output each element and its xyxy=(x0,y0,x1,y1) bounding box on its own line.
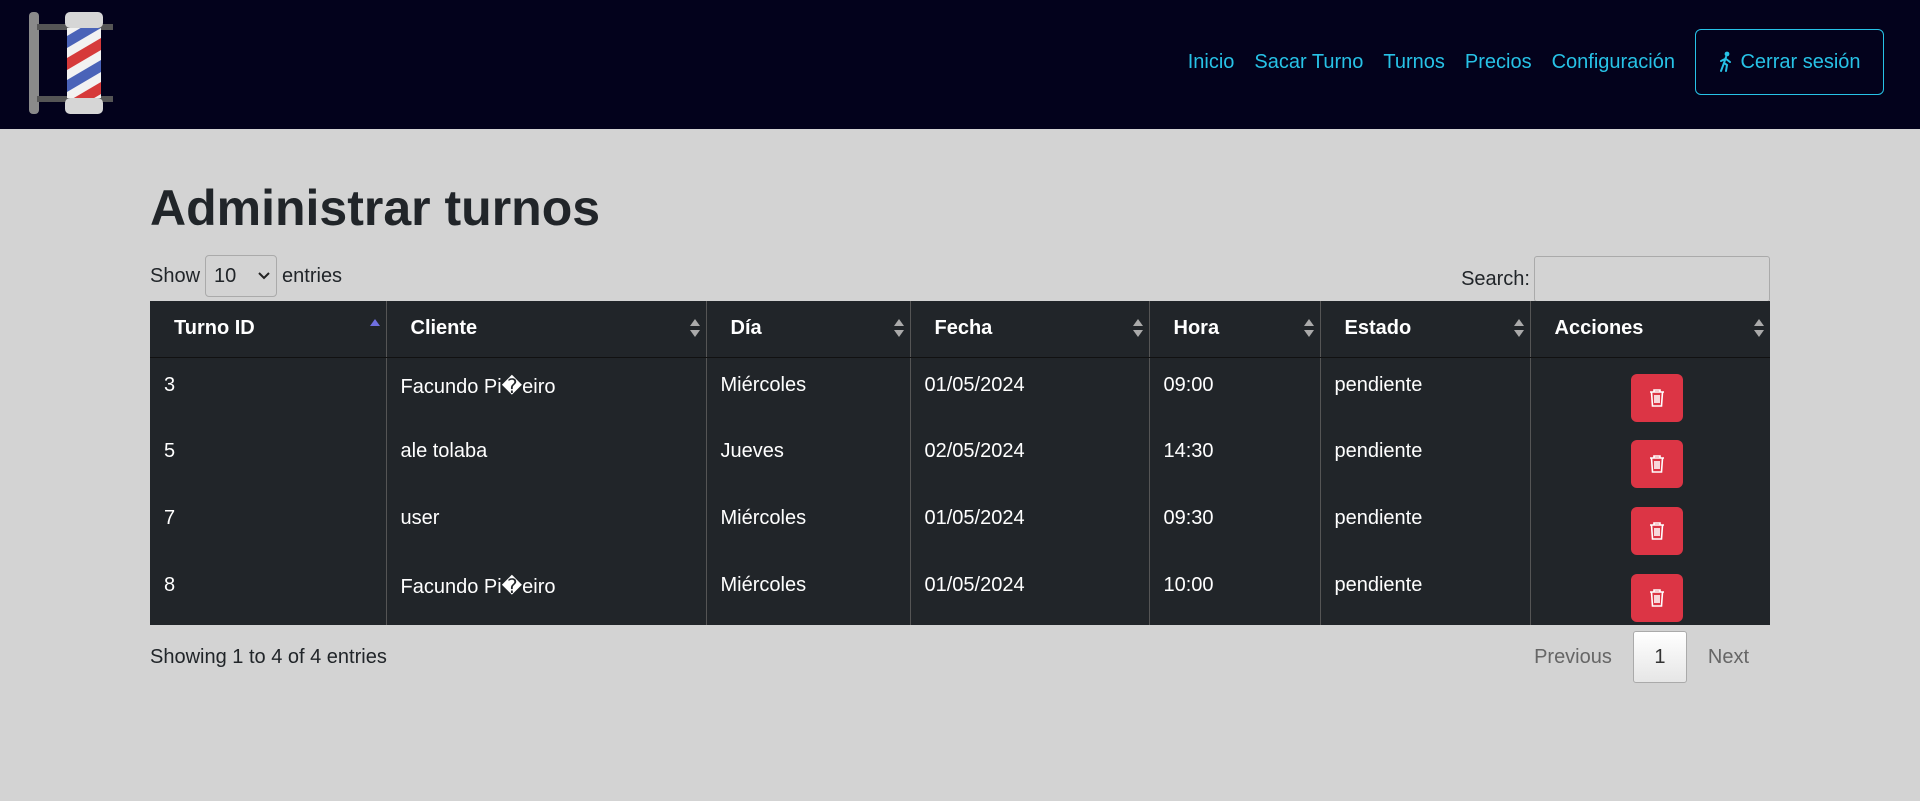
cell-estado: pendiente xyxy=(1319,558,1530,625)
cell-fecha: 01/05/2024 xyxy=(909,558,1149,625)
search-input[interactable] xyxy=(1534,256,1770,302)
trash-icon xyxy=(1650,388,1665,407)
cell-fecha: 01/05/2024 xyxy=(909,491,1149,558)
table-row: 3 Facundo Pi�eiro Miércoles 01/05/2024 0… xyxy=(150,357,1770,424)
trash-icon xyxy=(1650,522,1665,540)
nav-link-inicio[interactable]: Inicio xyxy=(1188,51,1235,74)
cell-cliente: user xyxy=(385,491,706,558)
trash-icon xyxy=(1650,589,1665,607)
cell-dia: Miércoles xyxy=(705,558,910,625)
cell-estado: pendiente xyxy=(1319,424,1530,491)
page-length-value: 10 xyxy=(214,264,237,287)
table-header-row: Turno ID Cliente Día Fecha Hora Estado A… xyxy=(150,301,1770,358)
logout-button[interactable]: Cerrar sesión xyxy=(1695,29,1884,95)
cell-dia: Miércoles xyxy=(705,357,910,424)
page-length-control: Show 10 entries xyxy=(150,255,343,297)
sort-icon xyxy=(1303,319,1314,339)
nav-link-turnos[interactable]: Turnos xyxy=(1383,51,1445,74)
turnos-table: Turno ID Cliente Día Fecha Hora Estado A… xyxy=(150,301,1770,625)
cell-acciones xyxy=(1529,491,1770,558)
delete-button[interactable] xyxy=(1631,440,1684,488)
cell-hora: 09:30 xyxy=(1148,491,1320,558)
table-row: 5 ale tolaba Jueves 02/05/2024 14:30 pen… xyxy=(150,424,1770,491)
delete-button[interactable] xyxy=(1631,373,1684,422)
cell-hora: 09:00 xyxy=(1148,357,1320,424)
table-row: 8 Facundo Pi�eiro Miércoles 01/05/2024 1… xyxy=(150,558,1770,625)
barber-pole-logo[interactable] xyxy=(27,8,117,118)
next-button[interactable]: Next xyxy=(1687,646,1770,669)
cell-cliente: Facundo Pi�eiro xyxy=(385,357,706,424)
cell-fecha: 01/05/2024 xyxy=(909,357,1149,424)
sort-icon xyxy=(689,319,700,339)
column-header-acciones[interactable]: Acciones xyxy=(1529,301,1770,358)
cell-acciones xyxy=(1529,424,1770,491)
walking-person-icon xyxy=(1720,51,1732,72)
page-button-current[interactable]: 1 xyxy=(1632,631,1687,683)
cell-fecha: 02/05/2024 xyxy=(909,424,1149,491)
column-header-cliente[interactable]: Cliente xyxy=(385,301,706,358)
cell-turno-id: 3 xyxy=(164,373,176,396)
cell-estado: pendiente xyxy=(1319,357,1530,424)
delete-button[interactable] xyxy=(1631,507,1684,555)
nav-link-sacar-turno[interactable]: Sacar Turno xyxy=(1254,51,1363,74)
cell-cliente: ale tolaba xyxy=(385,424,706,491)
delete-button[interactable] xyxy=(1631,574,1684,622)
column-header-fecha[interactable]: Fecha xyxy=(909,301,1149,358)
cell-estado: pendiente xyxy=(1319,491,1530,558)
previous-button[interactable]: Previous xyxy=(1513,646,1633,669)
cell-turno-id: 8 xyxy=(164,574,176,596)
pagination: Previous 1 Next xyxy=(1513,631,1770,683)
cell-acciones xyxy=(1529,558,1770,625)
cell-dia: Miércoles xyxy=(705,491,910,558)
column-header-turno-id[interactable]: Turno ID xyxy=(150,301,386,358)
page-title: Administrar turnos xyxy=(150,180,601,236)
search-control: Search: xyxy=(1461,256,1770,302)
navbar: Inicio Sacar Turno Turnos Precios Config… xyxy=(0,0,1920,129)
entries-label: entries xyxy=(282,264,343,287)
table-info: Showing 1 to 4 of 4 entries xyxy=(150,646,387,668)
column-header-estado[interactable]: Estado xyxy=(1319,301,1530,358)
cell-cliente: Facundo Pi�eiro xyxy=(385,558,706,625)
sort-icon xyxy=(1513,319,1524,339)
nav-link-configuracion[interactable]: Configuración xyxy=(1552,51,1675,74)
cell-hora: 14:30 xyxy=(1148,424,1320,491)
table-row: 7 user Miércoles 01/05/2024 09:30 pendie… xyxy=(150,491,1770,558)
sort-asc-icon xyxy=(369,319,380,339)
trash-icon xyxy=(1650,455,1665,473)
show-label: Show xyxy=(150,264,201,287)
cell-dia: Jueves xyxy=(705,424,910,491)
search-label: Search: xyxy=(1461,267,1530,290)
sort-icon xyxy=(1132,319,1143,339)
logout-label: Cerrar sesión xyxy=(1740,50,1861,73)
column-header-dia[interactable]: Día xyxy=(705,301,910,358)
page-length-select[interactable]: 10 xyxy=(205,255,278,297)
main-nav: Inicio Sacar Turno Turnos Precios Config… xyxy=(1188,29,1884,95)
column-header-hora[interactable]: Hora xyxy=(1148,301,1320,358)
sort-icon xyxy=(893,319,904,339)
sort-icon xyxy=(1754,319,1764,339)
cell-turno-id: 5 xyxy=(164,440,176,462)
cell-turno-id: 7 xyxy=(164,507,176,529)
cell-acciones xyxy=(1529,357,1770,424)
chevron-down-icon xyxy=(258,272,270,280)
cell-hora: 10:00 xyxy=(1148,558,1320,625)
nav-link-precios[interactable]: Precios xyxy=(1465,51,1532,74)
